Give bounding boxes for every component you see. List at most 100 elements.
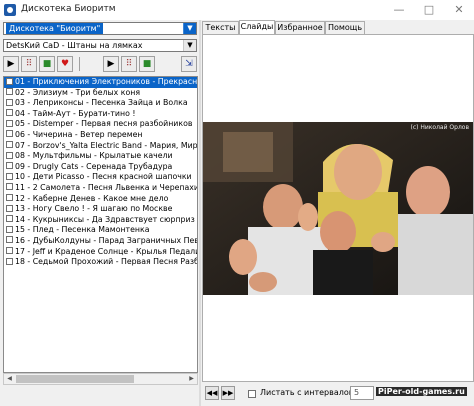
track-checkbox[interactable] — [6, 247, 13, 254]
grid-icon: ⠿ — [125, 59, 133, 69]
track-checkbox[interactable] — [6, 172, 13, 180]
list-item[interactable]: 03 - Леприконсы - Песенка Зайца и Волка — [4, 98, 197, 109]
play-button[interactable]: ▶ — [3, 56, 19, 72]
export-button[interactable]: ⇲ — [181, 56, 197, 72]
track-checkbox[interactable] — [6, 119, 13, 127]
next-slide-button[interactable]: ▶▶ — [221, 386, 235, 400]
track-title: 06 - Чичерина - Ветер перемен — [15, 129, 143, 139]
track-checkbox[interactable] — [6, 88, 13, 96]
track-checkbox[interactable] — [6, 225, 13, 233]
favorite-button[interactable]: ♥ — [57, 56, 73, 72]
list-item[interactable]: 04 - Тайм-Аут - Бурати-тино ! — [4, 109, 197, 120]
grid-icon: ⠿ — [25, 59, 33, 69]
play-icon: ▶ — [7, 59, 15, 69]
track-title: 18 - Седьмой Прохожий - Первая Песня Раз… — [15, 257, 197, 267]
playlist[interactable]: 01 - Приключения Электроников - Прекрасн… — [3, 76, 198, 373]
list-item[interactable]: 10 - Дети Picasso - Песня красной шапочк… — [4, 172, 197, 183]
watermark: PiPer-old-games.ru — [376, 387, 467, 396]
list-item[interactable]: 11 - 2 Самолета - Песня Львенка и Черепа… — [4, 183, 197, 194]
list-item[interactable]: 14 - Кукрыниксы - Да Здравствует сюрприз — [4, 215, 197, 226]
heart-icon: ♥ — [60, 59, 70, 69]
list-item[interactable]: 09 - Drugly Cats - Серенада Трубадура — [4, 162, 197, 173]
track-select[interactable]: DetsKий CaD - Штаны на лямках ▼ — [3, 39, 197, 52]
chevron-down-icon[interactable]: ▼ — [183, 40, 196, 51]
app-window: Дискотека Биоритм — □ ✕ Дискотека "Биори… — [0, 0, 474, 406]
stop-button[interactable]: ■ — [39, 56, 55, 72]
track-checkbox[interactable] — [6, 204, 13, 212]
track-checkbox[interactable] — [6, 77, 13, 85]
track-title: 14 - Кукрыниксы - Да Здравствует сюрприз — [15, 214, 195, 224]
app-icon — [4, 4, 16, 16]
track-title: 16 - ДубыКолдуны - Парад Заграничных Пев… — [15, 235, 197, 245]
tab-help[interactable]: Помощь — [325, 21, 365, 34]
interval-spinner[interactable]: 5 — [350, 386, 374, 400]
list-item[interactable]: 18 - Седьмой Прохожий - Первая Песня Раз… — [4, 257, 197, 268]
playlist-select-value: Дискотека "Биоритм" — [6, 23, 104, 34]
track-checkbox[interactable] — [6, 194, 13, 202]
track-checkbox[interactable] — [6, 141, 13, 149]
track-title: 12 - Каберне Денев - Какое мне дело — [15, 193, 169, 203]
list-item[interactable]: 15 - Плед - Песенка Мамонтенка — [4, 225, 197, 236]
track-checkbox[interactable] — [6, 109, 13, 117]
list-item[interactable]: 08 - Мультфильмы - Крылатые качели — [4, 151, 197, 162]
band-photo — [203, 122, 473, 295]
track-title: 08 - Мультфильмы - Крылатые качели — [15, 151, 173, 161]
stop-selected-button[interactable]: ■ — [139, 56, 155, 72]
track-checkbox[interactable] — [6, 215, 13, 223]
toolbar-divider — [79, 57, 80, 71]
auto-advance-label: Листать с интервалом — [260, 388, 355, 397]
list-item[interactable]: 12 - Каберне Денев - Какое мне дело — [4, 194, 197, 205]
slide-image: (c) Николай Орлов — [203, 122, 473, 295]
scroll-left-icon[interactable]: ◀ — [4, 374, 15, 384]
rewind-icon: ◀◀ — [206, 389, 218, 397]
playlist-select[interactable]: Дискотека "Биоритм" ▼ — [3, 22, 197, 35]
list-item[interactable]: 05 - Distemper - Первая песня разбойнико… — [4, 119, 197, 130]
tab-favorites[interactable]: Избранное — [275, 21, 325, 34]
auto-advance-checkbox[interactable] — [248, 390, 256, 398]
stop-icon: ■ — [142, 59, 152, 69]
list-item[interactable]: 06 - Чичерина - Ветер перемен — [4, 130, 197, 141]
scroll-right-icon[interactable]: ▶ — [186, 374, 197, 384]
play-selected-button[interactable]: ▶ — [103, 56, 119, 72]
track-title: 17 - Jeff и Краденое Солнце - Крылья Пед… — [15, 246, 197, 256]
list-item[interactable]: 07 - Borzov's_Yalta Electric Band - Мари… — [4, 141, 197, 152]
close-button[interactable]: ✕ — [444, 0, 474, 20]
list-item[interactable]: 17 - Jeff и Краденое Солнце - Крылья Пед… — [4, 247, 197, 258]
track-checkbox[interactable] — [6, 130, 13, 138]
track-checkbox[interactable] — [6, 257, 13, 265]
minimize-button[interactable]: — — [384, 0, 414, 20]
horizontal-scrollbar[interactable]: ◀ ▶ — [3, 373, 198, 385]
maximize-button[interactable]: □ — [414, 0, 444, 20]
toolbar: ▶ ⠿ ■ ♥ ▶ ⠿ ■ ⇲ — [3, 56, 197, 74]
track-title: 05 - Distemper - Первая песня разбойнико… — [15, 119, 193, 129]
tab-slides[interactable]: Слайды — [239, 20, 275, 35]
fast-forward-icon: ▶▶ — [222, 389, 234, 397]
track-title: 02 - Элизиум - Три белых коня — [15, 87, 141, 97]
list-item[interactable]: 02 - Элизиум - Три белых коня — [4, 88, 197, 99]
stop-icon: ■ — [42, 59, 52, 69]
track-checkbox[interactable] — [6, 98, 13, 106]
tab-bar: Тексты Слайды Избранное Помощь — [202, 20, 474, 35]
track-checkbox[interactable] — [6, 151, 13, 159]
list-item[interactable]: 16 - ДубыКолдуны - Парад Заграничных Пев… — [4, 236, 197, 247]
play-icon: ▶ — [107, 59, 115, 69]
track-checkbox[interactable] — [6, 183, 13, 191]
track-title: 01 - Приключения Электроников - Прекрасн… — [15, 77, 197, 86]
shuffle-button[interactable]: ⠿ — [21, 56, 37, 72]
chevron-down-icon[interactable]: ▼ — [183, 23, 196, 34]
track-title: 13 - Ногу Свело ! - Я шагаю по Москве — [15, 204, 173, 214]
window-title: Дискотека Биоритм — [21, 4, 116, 14]
prev-slide-button[interactable]: ◀◀ — [205, 386, 219, 400]
list-item[interactable]: 13 - Ногу Свело ! - Я шагаю по Москве — [4, 204, 197, 215]
scrollbar-thumb[interactable] — [16, 375, 134, 383]
list-button[interactable]: ⠿ — [121, 56, 137, 72]
list-item[interactable]: 01 - Приключения Электроников - Прекрасн… — [4, 77, 197, 88]
track-select-value: DetsKий CaD - Штаны на лямках — [6, 41, 143, 50]
track-checkbox[interactable] — [6, 162, 13, 170]
pane-splitter[interactable] — [199, 20, 201, 406]
track-title: 15 - Плед - Песенка Мамонтенка — [15, 225, 150, 235]
track-checkbox[interactable] — [6, 236, 13, 244]
track-title: 07 - Borzov's_Yalta Electric Band - Мари… — [15, 140, 197, 150]
track-title: 04 - Тайм-Аут - Бурати-тино ! — [15, 108, 136, 118]
tab-texts[interactable]: Тексты — [202, 21, 239, 34]
